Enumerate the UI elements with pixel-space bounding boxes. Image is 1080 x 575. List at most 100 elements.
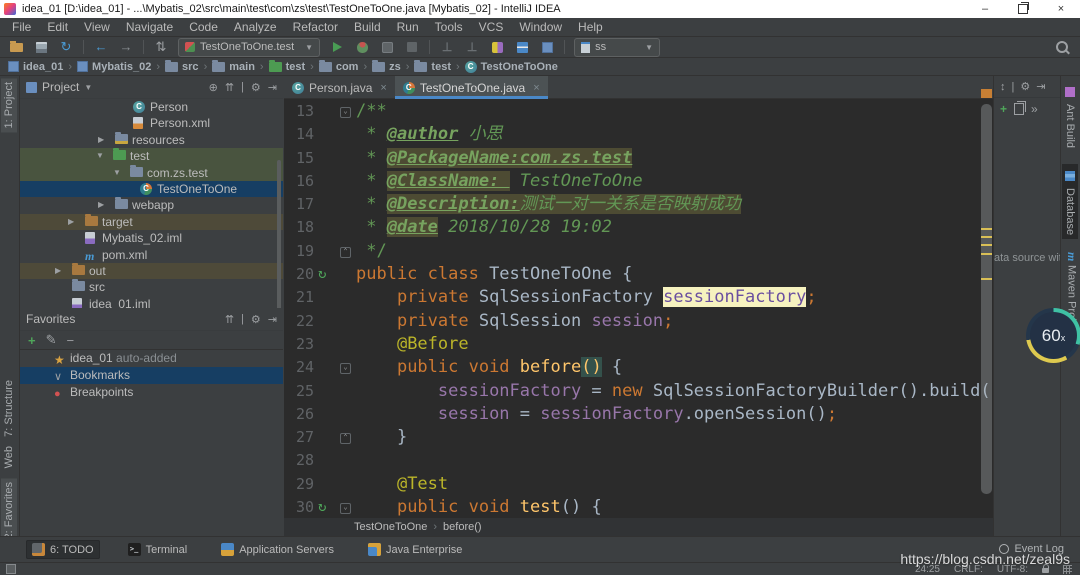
editor-tab-TestOneToOne.java[interactable]: CTestOneToOne.java×: [395, 76, 548, 99]
nav-crumb-test[interactable]: test: [414, 61, 451, 73]
favorites-item-idea_01[interactable]: ★idea_01 auto-added: [20, 350, 283, 367]
project-scrollbar[interactable]: [277, 160, 281, 308]
nav-crumb-src[interactable]: src: [165, 61, 199, 73]
tree-item-src[interactable]: src: [20, 279, 283, 295]
menu-tools[interactable]: Tools: [427, 18, 471, 36]
module-settings-icon[interactable]: [539, 39, 555, 55]
nav-crumb-test[interactable]: test: [269, 61, 306, 73]
hide-icon[interactable]: ⇥: [1036, 80, 1045, 93]
tree-item-webapp[interactable]: ▶webapp: [20, 197, 283, 213]
favorites-item-Breakpoints[interactable]: ●Breakpoints: [20, 384, 283, 401]
code-line-24[interactable]: 24⌄ public void before() {: [284, 356, 993, 379]
tool-button-web[interactable]: Web: [1, 442, 17, 472]
menu-vcs[interactable]: VCS: [471, 18, 512, 36]
menu-view[interactable]: View: [76, 18, 118, 36]
code-line-30[interactable]: 30↻⌄ public void test() {: [284, 496, 993, 518]
tree-collapsed-arrow-icon[interactable]: ▶: [68, 214, 74, 230]
tool-button-database[interactable]: Database: [1062, 164, 1078, 239]
code-line-14[interactable]: 14 * @author 小思: [284, 123, 993, 146]
nav-crumb-main[interactable]: main: [212, 61, 255, 73]
sdk-wrench-icon[interactable]: [489, 39, 505, 55]
tree-collapsed-arrow-icon[interactable]: ▶: [55, 263, 61, 279]
stop-icon[interactable]: [404, 39, 420, 55]
code-line-26[interactable]: 26 session = sessionFactory.openSession(…: [284, 403, 993, 426]
code-line-27[interactable]: 27⌃ }: [284, 426, 993, 449]
fold-end-icon[interactable]: ⌃: [340, 433, 351, 444]
code-line-25[interactable]: 25 sessionFactory = new SqlSessionFactor…: [284, 380, 993, 403]
gear-icon[interactable]: ⚙: [1020, 80, 1030, 93]
minimize-button[interactable]: –: [966, 0, 1004, 18]
code-line-29[interactable]: 29 @Test: [284, 473, 993, 496]
search-combo[interactable]: ss ▼: [574, 38, 660, 57]
menu-code[interactable]: Code: [181, 18, 226, 36]
breadcrumb-member[interactable]: before(): [443, 521, 482, 533]
close-icon[interactable]: ×: [533, 82, 539, 94]
editor-scrollbar[interactable]: [981, 100, 992, 518]
menu-edit[interactable]: Edit: [39, 18, 76, 36]
search-icon[interactable]: [1054, 39, 1070, 55]
project-structure-icon[interactable]: [514, 39, 530, 55]
tool-button-structure[interactable]: 7: Structure: [1, 376, 17, 441]
locate-icon[interactable]: ⊕: [209, 81, 218, 94]
tree-item-pom.xml[interactable]: mpom.xml: [20, 247, 283, 263]
menu-navigate[interactable]: Navigate: [118, 18, 181, 36]
code-line-13[interactable]: 13⌄/**: [284, 100, 993, 123]
fold-end-icon[interactable]: ⌃: [340, 247, 351, 258]
tool-button-favorites[interactable]: 2: Favorites: [1, 478, 17, 543]
tree-item-out[interactable]: ▶out: [20, 263, 283, 279]
fold-icon[interactable]: ⌄: [340, 503, 351, 514]
code-line-20[interactable]: 20↻public class TestOneToOne {: [284, 263, 993, 286]
tree-item-com.zs.test[interactable]: ▼com.zs.test: [20, 165, 283, 181]
menu-file[interactable]: File: [4, 18, 39, 36]
nav-crumb-TestOneToOne[interactable]: CTestOneToOne: [465, 61, 558, 73]
restore-button[interactable]: [1004, 0, 1042, 18]
nav-crumb-zs[interactable]: zs: [372, 61, 401, 73]
code-line-15[interactable]: 15 * @PackageName:com.zs.test: [284, 147, 993, 170]
duplicate-icon[interactable]: [1014, 103, 1024, 115]
code-line-23[interactable]: 23 @Before: [284, 333, 993, 356]
tool-window-toggle-icon[interactable]: [6, 564, 16, 574]
remove-favorite-icon[interactable]: −: [67, 333, 75, 348]
code-area[interactable]: 13⌄/**14 * @author 小思15 * @PackageName:c…: [284, 100, 993, 518]
coverage-icon[interactable]: [379, 39, 395, 55]
hide-icon[interactable]: ⇥: [268, 81, 277, 94]
tree-expanded-arrow-icon[interactable]: ▼: [96, 148, 104, 164]
hide-icon[interactable]: ⇥: [268, 313, 277, 326]
tree-collapsed-arrow-icon[interactable]: ▶: [98, 197, 104, 213]
fold-icon[interactable]: ⌄: [340, 363, 351, 374]
fold-icon[interactable]: ⌄: [340, 107, 351, 118]
breadcrumb-class[interactable]: TestOneToOne: [354, 521, 427, 533]
menu-run[interactable]: Run: [389, 18, 427, 36]
collapse-all-icon[interactable]: ⇈: [225, 313, 234, 326]
menu-build[interactable]: Build: [346, 18, 389, 36]
back-icon[interactable]: ←: [93, 39, 109, 55]
updown-icon[interactable]: ⇅: [153, 39, 169, 55]
favorites-item-Bookmarks[interactable]: ∨Bookmarks: [20, 367, 283, 384]
tree-item-test[interactable]: ▼test: [20, 148, 283, 164]
code-line-18[interactable]: 18 * @date 2018/10/28 19:02: [284, 216, 993, 239]
tool-button-ant-build[interactable]: Ant Build: [1062, 80, 1078, 152]
code-line-22[interactable]: 22 private SqlSession session;: [284, 310, 993, 333]
tool-button-project[interactable]: 1: Project: [1, 78, 17, 132]
add-favorite-icon[interactable]: +: [28, 333, 36, 348]
menu-window[interactable]: Window: [511, 18, 570, 36]
add-data-source-icon[interactable]: +: [1000, 102, 1007, 116]
more-icon[interactable]: »: [1031, 102, 1038, 116]
nav-crumb-idea_01[interactable]: idea_01: [8, 61, 63, 73]
tree-item-idea_01.iml[interactable]: idea_01.iml: [20, 296, 283, 308]
code-line-19[interactable]: 19⌃ */: [284, 240, 993, 263]
gear-icon[interactable]: ⚙: [251, 81, 261, 94]
edit-favorite-icon[interactable]: ✎: [46, 332, 57, 348]
close-icon[interactable]: ×: [380, 82, 386, 94]
run-gutter-icon[interactable]: ↻: [318, 496, 326, 518]
forward-icon[interactable]: →: [118, 39, 134, 55]
nav-crumb-Mybatis_02[interactable]: Mybatis_02: [77, 61, 151, 73]
tree-item-TestOneToOne[interactable]: CTestOneToOne: [20, 181, 283, 197]
bottom-tool-button-6: TODO[interactable]: 6: TODO: [26, 540, 100, 559]
code-line-28[interactable]: 28: [284, 449, 993, 472]
open-icon[interactable]: [8, 39, 24, 55]
profiler-icon[interactable]: ⊥: [439, 39, 455, 55]
gear-icon[interactable]: ⚙: [251, 313, 261, 326]
tree-expanded-arrow-icon[interactable]: ▼: [113, 165, 121, 181]
tree-item-resources[interactable]: ▶resources: [20, 132, 283, 148]
